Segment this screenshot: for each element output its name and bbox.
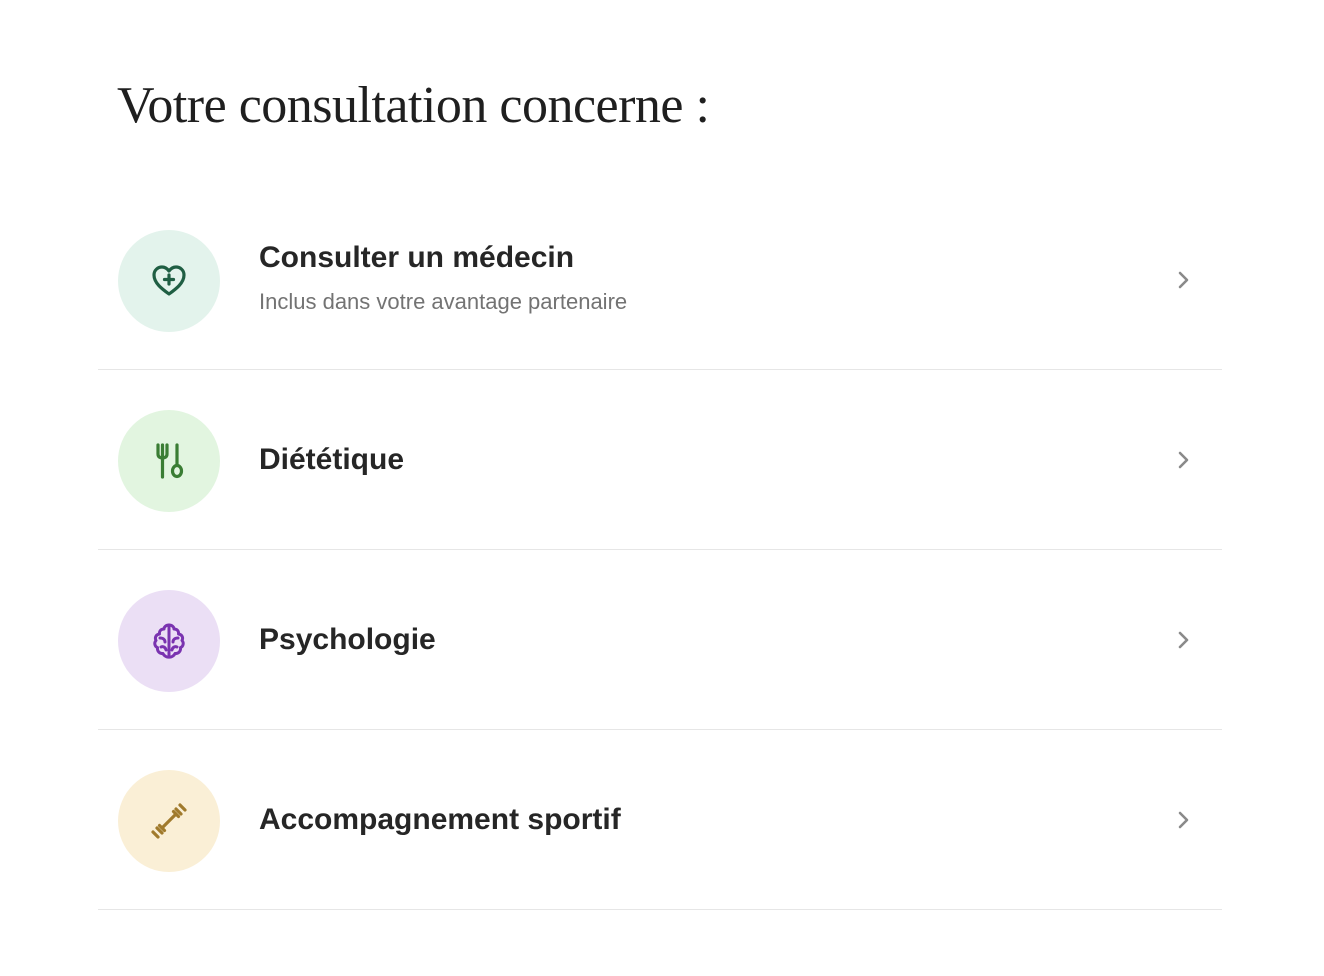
option-text: Diététique — [259, 370, 404, 550]
chevron-right-icon — [1172, 449, 1194, 471]
option-text: Accompagnement sportif — [259, 730, 621, 910]
option-icon-circle — [118, 590, 220, 692]
consultation-type-list: Consulter un médecin Inclus dans votre a… — [98, 190, 1222, 910]
option-accompagnement-sportif[interactable]: Accompagnement sportif — [98, 730, 1222, 910]
option-icon-circle — [118, 410, 220, 512]
chevron-right-icon — [1172, 629, 1194, 651]
fork-spoon-icon — [156, 443, 184, 479]
dumbbell-icon — [151, 803, 187, 839]
option-title: Diététique — [259, 443, 405, 476]
option-dietetique[interactable]: Diététique — [98, 370, 1222, 550]
option-text: Consulter un médecin Inclus dans votre a… — [259, 190, 627, 370]
option-subtitle: Inclus dans votre avantage partenaire — [259, 289, 628, 314]
option-title: Consulter un médecin — [259, 241, 575, 274]
option-title: Accompagnement sportif — [259, 803, 621, 836]
option-text: Psychologie — [259, 550, 436, 730]
heart-plus-icon — [152, 265, 186, 296]
option-icon-circle — [118, 770, 220, 872]
option-icon-circle — [118, 230, 220, 332]
option-title: Psychologie — [259, 623, 436, 656]
option-psychologie[interactable]: Psychologie — [98, 550, 1222, 730]
chevron-right-icon — [1172, 809, 1194, 831]
brain-icon — [153, 623, 185, 659]
page-title: Votre consultation concerne : — [117, 77, 710, 134]
option-consulter-medecin[interactable]: Consulter un médecin Inclus dans votre a… — [98, 190, 1222, 370]
chevron-right-icon — [1172, 269, 1194, 291]
